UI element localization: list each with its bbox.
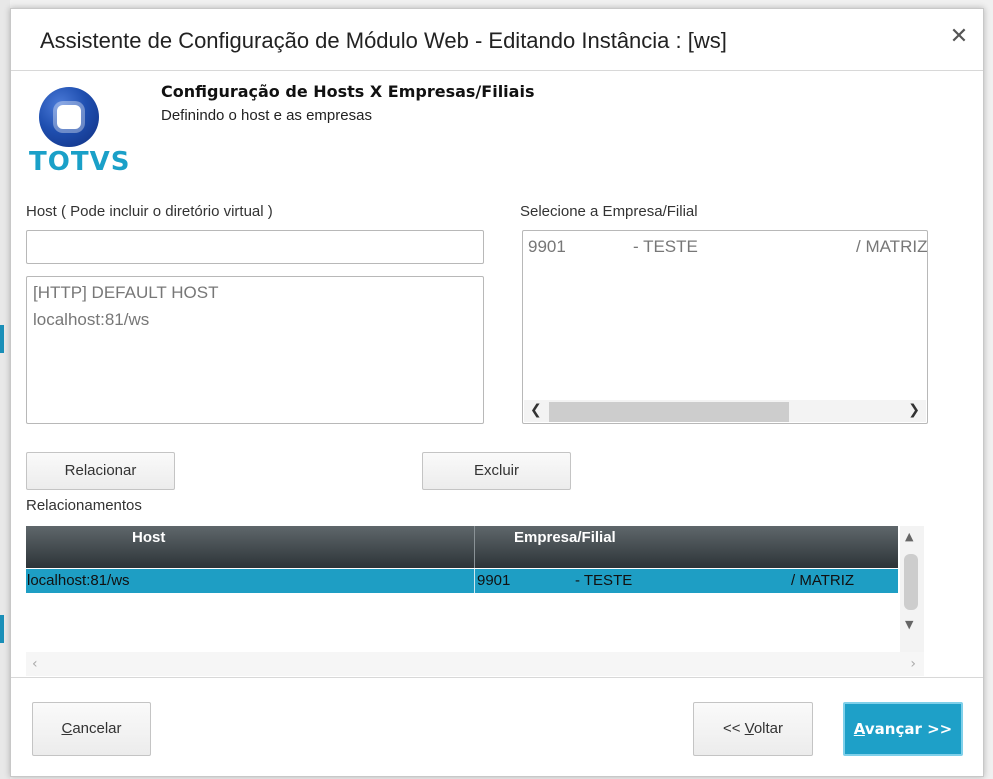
- host-label: Host ( Pode incluir o diretório virtual …: [26, 203, 273, 220]
- background-accent: [0, 325, 4, 353]
- cancel-mnemonic: C: [61, 720, 73, 737]
- close-icon[interactable]: ✕: [947, 25, 971, 49]
- chevron-right-icon[interactable]: ❯: [908, 402, 920, 418]
- triangle-up-icon[interactable]: ▲: [905, 530, 913, 543]
- chevron-right-icon[interactable]: ›: [910, 656, 916, 672]
- excluir-button[interactable]: Excluir: [422, 452, 571, 490]
- column-header-empresa[interactable]: Empresa/Filial: [514, 526, 616, 568]
- list-item[interactable]: localhost:81/ws: [33, 310, 149, 330]
- background-accent: [0, 615, 4, 643]
- totvs-logo: TOTVS: [27, 87, 129, 177]
- row-name: - TESTE: [575, 572, 633, 589]
- grid-header: Host Empresa/Filial: [26, 526, 898, 568]
- scroll-thumb[interactable]: [904, 554, 918, 610]
- row-host: localhost:81/ws: [27, 572, 130, 589]
- chevron-left-icon[interactable]: ‹: [32, 656, 38, 672]
- back-label: oltar: [753, 720, 784, 737]
- empresa-listbox[interactable]: 9901 - TESTE / MATRIZ ❮ ❯: [522, 230, 928, 424]
- triangle-down-icon[interactable]: ▼: [905, 618, 913, 631]
- table-row[interactable]: localhost:81/ws 9901 - TESTE / MATRIZ: [26, 569, 898, 593]
- empresa-label: Selecione a Empresa/Filial: [520, 203, 698, 220]
- relacionamentos-grid[interactable]: Host Empresa/Filial localhost:81/ws 9901…: [26, 526, 926, 676]
- next-label: vançar >>: [864, 720, 953, 738]
- next-button[interactable]: Avançar >>: [843, 702, 963, 756]
- relacionamentos-label: Relacionamentos: [26, 497, 142, 514]
- host-listbox[interactable]: [HTTP] DEFAULT HOST localhost:81/ws: [26, 276, 484, 424]
- empresa-hscrollbar[interactable]: ❮ ❯: [524, 400, 926, 422]
- column-header-host[interactable]: Host: [132, 526, 165, 568]
- grid-hscrollbar[interactable]: ‹ ›: [26, 652, 924, 676]
- background-window-edge: [0, 0, 10, 779]
- logo-text: TOTVS: [29, 147, 131, 177]
- back-button[interactable]: << Voltar: [693, 702, 813, 756]
- empresa-code[interactable]: 9901: [528, 237, 566, 257]
- step-subtitle: Definindo o host e as empresas: [161, 107, 372, 124]
- row-filial: / MATRIZ: [791, 572, 855, 589]
- back-arrows: <<: [722, 720, 745, 737]
- chevron-left-icon[interactable]: ❮: [530, 402, 542, 418]
- footer-divider: [11, 677, 983, 678]
- logo-orb: [39, 87, 99, 147]
- scroll-thumb[interactable]: [549, 402, 789, 422]
- title-bar: Assistente de Configuração de Módulo Web…: [11, 9, 983, 71]
- next-mnemonic: A: [853, 720, 865, 738]
- wizard-dialog: Assistente de Configuração de Módulo Web…: [10, 8, 984, 777]
- row-code: 9901: [477, 572, 511, 589]
- list-item[interactable]: [HTTP] DEFAULT HOST: [33, 283, 218, 303]
- grid-vscrollbar[interactable]: ▲ ▼: [900, 526, 924, 652]
- empresa-filial[interactable]: / MATRIZ: [856, 237, 927, 257]
- step-title: Configuração de Hosts X Empresas/Filiais: [161, 82, 535, 101]
- cancel-label: ancelar: [72, 720, 122, 737]
- cancel-button[interactable]: Cancelar: [32, 702, 151, 756]
- back-mnemonic: V: [744, 720, 754, 737]
- relacionar-button[interactable]: Relacionar: [26, 452, 175, 490]
- dialog-title: Assistente de Configuração de Módulo Web…: [40, 28, 727, 53]
- empresa-name[interactable]: - TESTE: [633, 237, 698, 257]
- host-input[interactable]: [26, 230, 484, 264]
